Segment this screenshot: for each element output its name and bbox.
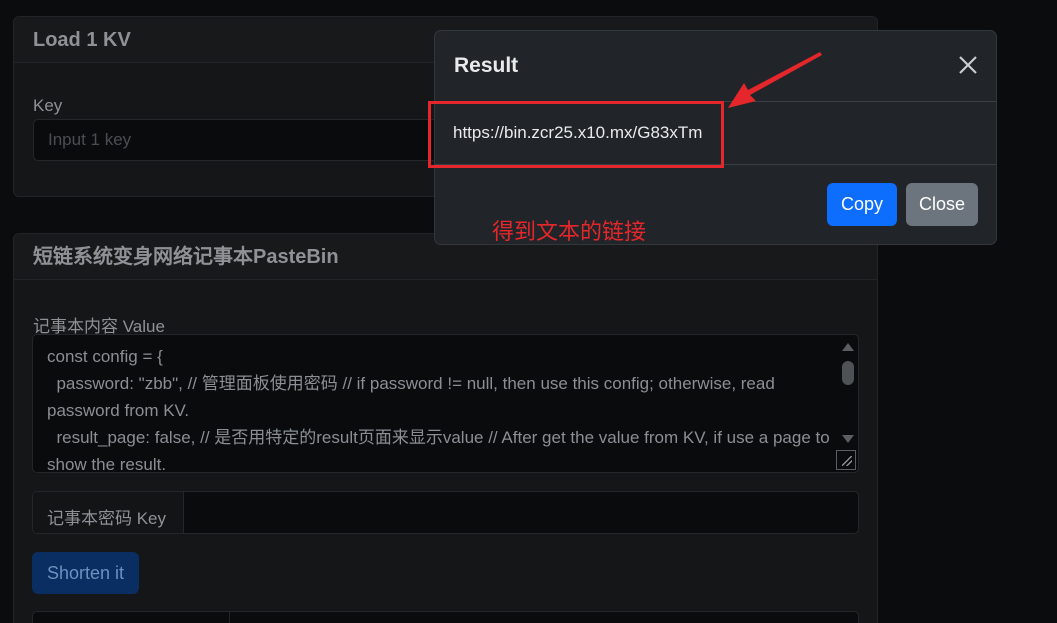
copy-button[interactable]: Copy: [827, 183, 897, 226]
paste-key-input-group[interactable]: 记事本密码 Key: [32, 491, 859, 534]
textarea-scrollbar[interactable]: [838, 337, 856, 447]
scroll-up-icon[interactable]: [842, 343, 854, 351]
annotation-text: 得到文本的链接: [492, 219, 647, 244]
paste-key-input[interactable]: [185, 492, 858, 533]
scroll-thumb[interactable]: [842, 361, 854, 385]
value-textarea-text: const config = { password: "zbb", // 管理面…: [47, 347, 830, 473]
load-key-placeholder: Input 1 key: [48, 130, 132, 149]
red-arrow-icon: [728, 52, 822, 108]
result-divider: [229, 612, 230, 623]
modal-title: Result: [454, 54, 519, 77]
scroll-down-icon[interactable]: [842, 435, 854, 443]
resize-handle-icon[interactable]: [836, 450, 856, 470]
shorten-button[interactable]: Shorten it: [32, 552, 139, 594]
paste-key-addon: 记事本密码 Key: [33, 492, 184, 533]
result-input-group[interactable]: [32, 611, 859, 623]
value-textarea[interactable]: const config = { password: "zbb", // 管理面…: [32, 334, 859, 473]
close-icon[interactable]: [956, 53, 980, 77]
close-button[interactable]: Close: [906, 183, 978, 226]
highlight-box: [428, 101, 724, 168]
modal-header: Result: [435, 31, 996, 102]
key-label: Key: [33, 96, 63, 115]
